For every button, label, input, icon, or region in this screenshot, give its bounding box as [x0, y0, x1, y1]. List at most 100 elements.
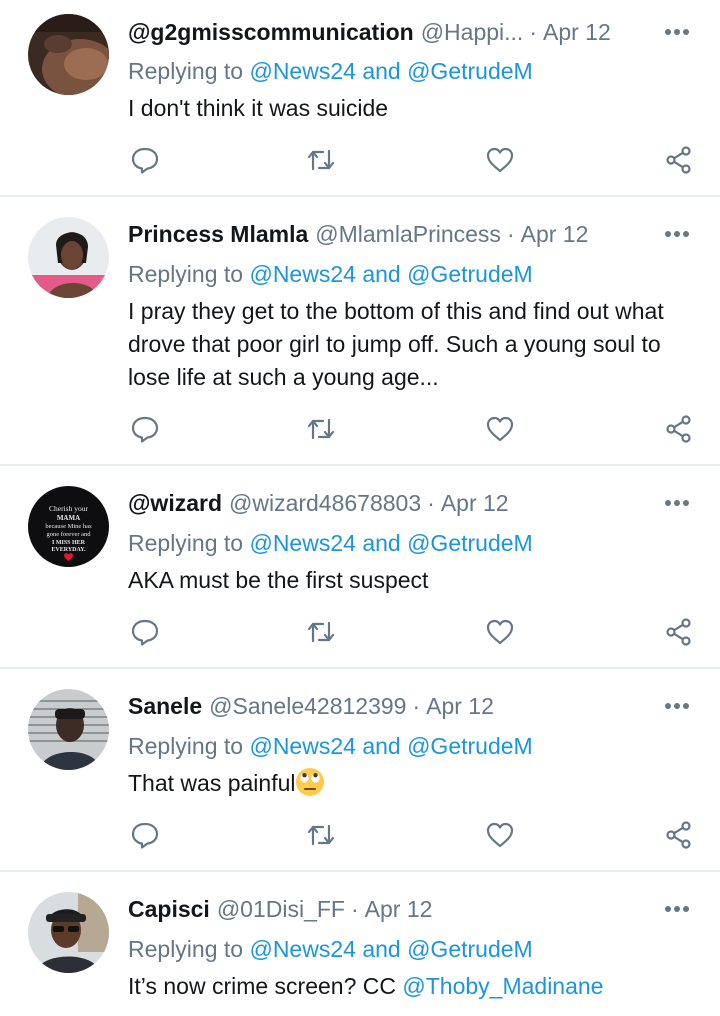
mention-link[interactable]: @GetrudeM — [407, 733, 533, 759]
avatar[interactable]: Cherish your MAMA because Mine has gone … — [28, 486, 109, 567]
author-name[interactable]: @wizard — [128, 490, 222, 517]
mention-and[interactable]: and — [362, 733, 400, 759]
replying-to: Replying to @News24 and @GetrudeM — [128, 261, 533, 288]
tweet[interactable]: Sanele @Sanele42812399 · Apr 12 Replying… — [0, 671, 720, 872]
avatar[interactable] — [28, 892, 109, 973]
tweet[interactable]: Capisci @01Disi_FF · Apr 12 Replying to … — [0, 874, 720, 1016]
mention-link[interactable]: @News24 — [249, 936, 355, 962]
share-icon[interactable] — [662, 615, 696, 649]
tweet-header: Princess Mlamla @MlamlaPrincess · Apr 12 — [128, 217, 588, 251]
avatar-image — [28, 217, 109, 298]
mention-and[interactable]: and — [362, 936, 400, 962]
mention-link[interactable]: @Thoby_Madinane — [402, 973, 603, 999]
separator-dot: · — [506, 220, 515, 247]
mention-link[interactable]: @News24 — [249, 733, 355, 759]
author-handle[interactable]: @Sanele42812399 — [209, 693, 406, 720]
more-icon[interactable] — [662, 691, 692, 721]
reply-icon[interactable] — [128, 615, 162, 649]
tweet-date[interactable]: Apr 12 — [441, 490, 509, 517]
tweet-date[interactable]: Apr 12 — [521, 221, 589, 248]
tweet-actions — [128, 818, 698, 852]
mention-link[interactable]: @GetrudeM — [407, 58, 533, 84]
mention-and[interactable]: and — [362, 530, 400, 556]
separator-dot: · — [412, 692, 421, 719]
mention-link[interactable]: @News24 — [249, 58, 355, 84]
reply-icon[interactable] — [128, 818, 162, 852]
tweet-actions — [128, 412, 698, 446]
tweet-text-container: It’s now crime screen? CC @Thoby_Madinan… — [128, 970, 698, 1003]
author-name[interactable]: @g2gmisscommunication — [128, 19, 414, 46]
more-icon[interactable] — [662, 219, 692, 249]
author-handle[interactable]: @Happi... — [421, 19, 524, 46]
avatar-caption-line: gone forever and — [46, 531, 91, 538]
replying-to: Replying to @News24 and @GetrudeM — [128, 733, 533, 760]
tweet-text: That was painful — [128, 770, 296, 796]
like-icon[interactable] — [483, 818, 517, 852]
mention-and[interactable]: and — [362, 261, 400, 287]
avatar-image — [28, 689, 109, 770]
share-icon[interactable] — [662, 412, 696, 446]
mention-link[interactable]: @News24 — [249, 530, 355, 556]
more-icon[interactable] — [662, 488, 692, 518]
tweet-header: Sanele @Sanele42812399 · Apr 12 — [128, 689, 494, 723]
avatar-image: Cherish your MAMA because Mine has gone … — [28, 486, 109, 567]
replying-to: Replying to @News24 and @GetrudeM — [128, 530, 533, 557]
tweet-actions — [128, 615, 698, 649]
replying-label: Replying to — [128, 58, 244, 84]
reply-icon[interactable] — [128, 412, 162, 446]
like-icon[interactable] — [483, 412, 517, 446]
tweet[interactable]: @g2gmisscommunication @Happi... · Apr 12… — [0, 0, 720, 197]
tweet-header: @wizard @wizard48678803 · Apr 12 — [128, 486, 509, 520]
avatar[interactable] — [28, 217, 109, 298]
mention-link[interactable]: @News24 — [249, 261, 355, 287]
replying-label: Replying to — [128, 936, 244, 962]
avatar-caption-line: MAMA — [57, 514, 80, 522]
replying-label: Replying to — [128, 733, 244, 759]
replying-label: Replying to — [128, 261, 244, 287]
mention-link[interactable]: @GetrudeM — [407, 936, 533, 962]
replying-to: Replying to @News24 and @GetrudeM — [128, 58, 533, 85]
tweet-date[interactable]: Apr 12 — [365, 896, 433, 923]
author-name[interactable]: Sanele — [128, 693, 202, 720]
more-icon[interactable] — [662, 17, 692, 47]
tweet-header: Capisci @01Disi_FF · Apr 12 — [128, 892, 432, 926]
separator-dot: · — [529, 18, 537, 45]
replying-to: Replying to @News24 and @GetrudeM — [128, 936, 533, 963]
separator-dot: · — [427, 489, 435, 516]
retweet-icon[interactable] — [304, 818, 338, 852]
author-handle[interactable]: @MlamlaPrincess — [315, 221, 501, 248]
author-handle[interactable]: @01Disi_FF — [217, 896, 345, 923]
like-icon[interactable] — [483, 615, 517, 649]
mention-link[interactable]: @GetrudeM — [407, 530, 533, 556]
retweet-icon[interactable] — [304, 412, 338, 446]
avatar-caption-line: Cherish your — [49, 504, 88, 513]
avatar-image — [28, 892, 109, 973]
reply-icon[interactable] — [128, 143, 162, 177]
author-handle[interactable]: @wizard48678803 — [229, 490, 421, 517]
tweet[interactable]: Princess Mlamla @MlamlaPrincess · Apr 12… — [0, 199, 720, 466]
mention-link[interactable]: @GetrudeM — [407, 261, 533, 287]
share-icon[interactable] — [662, 818, 696, 852]
share-icon[interactable] — [662, 143, 696, 177]
avatar-caption-line: because Mine has — [45, 523, 92, 530]
avatar[interactable] — [28, 14, 109, 95]
retweet-icon[interactable] — [304, 615, 338, 649]
avatar[interactable] — [28, 689, 109, 770]
tweet-date[interactable]: Apr 12 — [426, 693, 494, 720]
tweet-actions — [128, 143, 698, 177]
mention-and[interactable]: and — [362, 58, 400, 84]
avatar-caption-line: EVERYDAY. — [51, 547, 86, 553]
retweet-icon[interactable] — [304, 143, 338, 177]
reply-feed: @g2gmisscommunication @Happi... · Apr 12… — [0, 0, 720, 1016]
author-name[interactable]: Princess Mlamla — [128, 221, 308, 248]
tweet-date[interactable]: Apr 12 — [543, 19, 611, 46]
more-icon[interactable] — [662, 894, 692, 924]
author-name[interactable]: Capisci — [128, 896, 210, 923]
tweet[interactable]: Cherish your MAMA because Mine has gone … — [0, 468, 720, 669]
separator-dot: · — [350, 895, 359, 922]
face-with-rolling-eyes-icon — [296, 768, 325, 796]
tweet-text: I pray they get to the bottom of this an… — [128, 298, 664, 390]
like-icon[interactable] — [483, 143, 517, 177]
tweet-text: It’s now crime screen? CC — [128, 973, 403, 999]
tweet-text: I don't think it was suicide — [128, 95, 389, 121]
